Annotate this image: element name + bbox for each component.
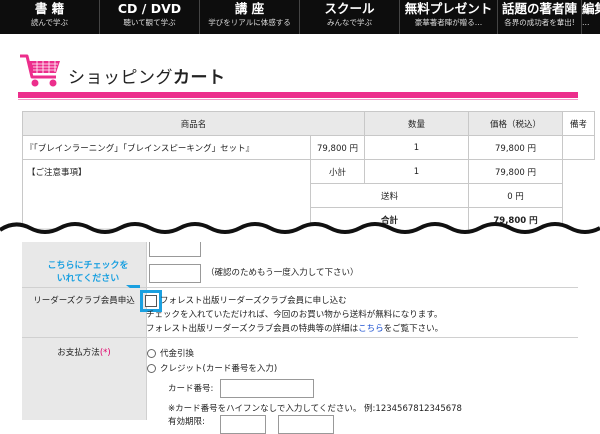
radio-cod[interactable] (147, 349, 156, 358)
page-title-plain: ショッピング (68, 68, 173, 88)
nav-seminar[interactable]: 講 座学びをリアルに体感する (200, 0, 300, 34)
title-underline-thin (18, 99, 578, 100)
nav-authors[interactable]: 話題の著者陣各界の成功者を輩出! (498, 0, 582, 34)
nav-sub: 各界の成功者を輩出! (504, 18, 575, 27)
nav-sub: みんなで学ぶ (327, 18, 372, 27)
password-confirm-field[interactable] (149, 264, 201, 283)
nav-sub: 読んで学ぶ (30, 18, 69, 27)
card-number-note: ※カード番号をハイフンなしで入力してください。 例:12345678123456… (168, 404, 462, 414)
card-number-label: カード番号: (168, 384, 214, 394)
club-desc-2-pre: フォレスト出版リーダーズクラブ会員の特典等の詳細は (146, 324, 359, 334)
payment-label-text: お支払方法 (57, 348, 100, 358)
product-name: 『「ブレインラーニング」「ブレインスピーキング」セット』 (22, 135, 311, 160)
check-hint: こちらにチェックを いれてください (47, 261, 129, 284)
expiry-label: 有効期限: (168, 417, 205, 427)
nav-title: スクール (324, 1, 375, 16)
nav-editor[interactable]: 編集 … (582, 0, 600, 34)
nav-title: CD / DVD (117, 1, 182, 16)
cart-header-row: 商品名 数量 価格（税込） 備考 (22, 111, 595, 136)
payment-label: お支払方法(*) (24, 346, 144, 360)
table-row: 『「ブレインラーニング」「ブレインスピーキング」セット』 79,800 円 1 … (22, 135, 595, 160)
nav-sub: 聴いて観て学ぶ (123, 18, 176, 27)
wave-overlay (0, 204, 600, 222)
club-desc-2: フォレスト出版リーダーズクラブ会員の特典等の詳細はこちらをご覧下さい。 (146, 323, 443, 335)
nav-sub: 学びをリアルに体感する (208, 18, 291, 27)
line-note (562, 135, 595, 160)
expiry-year-select[interactable] (278, 415, 334, 434)
club-label: リーダーズクラブ会員申込 (33, 296, 135, 306)
nav-cd-dvd[interactable]: CD / DVD 聴いて観て学ぶ (100, 0, 200, 34)
club-desc-2-post: をご覧下さい。 (383, 324, 444, 334)
header-note: 備考 (562, 111, 595, 136)
title-underline (18, 92, 578, 98)
header-product: 商品名 (22, 111, 365, 136)
top-nav: 書 籍読んで学ぶ CD / DVD 聴いて観て学ぶ 講 座学びをリアルに体感する … (0, 0, 600, 34)
radio-cod-label[interactable]: 代金引換 (160, 348, 194, 360)
nav-sub: … (582, 18, 590, 27)
nav-title: 書 籍 (34, 1, 65, 16)
page-title-bold: カート (173, 68, 226, 88)
nav-sub: 豪華著者陣が贈る… (414, 18, 483, 27)
radio-credit-label[interactable]: クレジット(カード番号を入力) (160, 363, 277, 375)
expiry-month-select[interactable] (220, 415, 266, 434)
shopping-cart-icon (20, 54, 60, 87)
nav-title: 無料プレゼント (404, 1, 493, 16)
page-title: ショッピングカート (68, 63, 226, 88)
card-number-input[interactable] (220, 379, 314, 398)
header-qty: 数量 (364, 111, 469, 136)
nav-free-gift[interactable]: 無料プレゼント豪華著者陣が贈る… (400, 0, 498, 34)
required-mark: (*) (99, 348, 111, 358)
radio-credit[interactable] (147, 364, 156, 373)
club-checkbox[interactable] (145, 295, 157, 307)
club-details-link[interactable]: こちら (358, 324, 384, 334)
unit-price: 79,800 円 (310, 135, 365, 160)
nav-title: 講 座 (234, 1, 265, 16)
nav-books[interactable]: 書 籍読んで学ぶ (0, 0, 100, 34)
nav-school[interactable]: スクールみんなで学ぶ (300, 0, 400, 34)
club-checkbox-label[interactable]: フォレスト出版リーダーズクラブ会員に申し込む (160, 295, 347, 307)
subtotal-row: 【ご注意事項】 小計 1 79,800 円 (22, 159, 595, 232)
subtotal-label: 小計 (310, 159, 365, 184)
empty-cell (563, 160, 595, 184)
nav-title: 話題の著者陣 (501, 1, 577, 16)
club-desc-1: チェックを入れていただければ、今回のお買い物から送料が無料になります。 (146, 310, 443, 320)
line-price: 79,800 円 (468, 135, 563, 160)
confirm-note: （確認のためもう一度入力して下さい） (206, 268, 359, 278)
quantity: 1 (364, 135, 469, 160)
nav-title: 編集 (582, 1, 600, 16)
subtotal-qty: 1 (364, 159, 469, 184)
header-price: 価格（税込） (468, 111, 563, 136)
subtotal-price: 79,800 円 (468, 159, 563, 184)
